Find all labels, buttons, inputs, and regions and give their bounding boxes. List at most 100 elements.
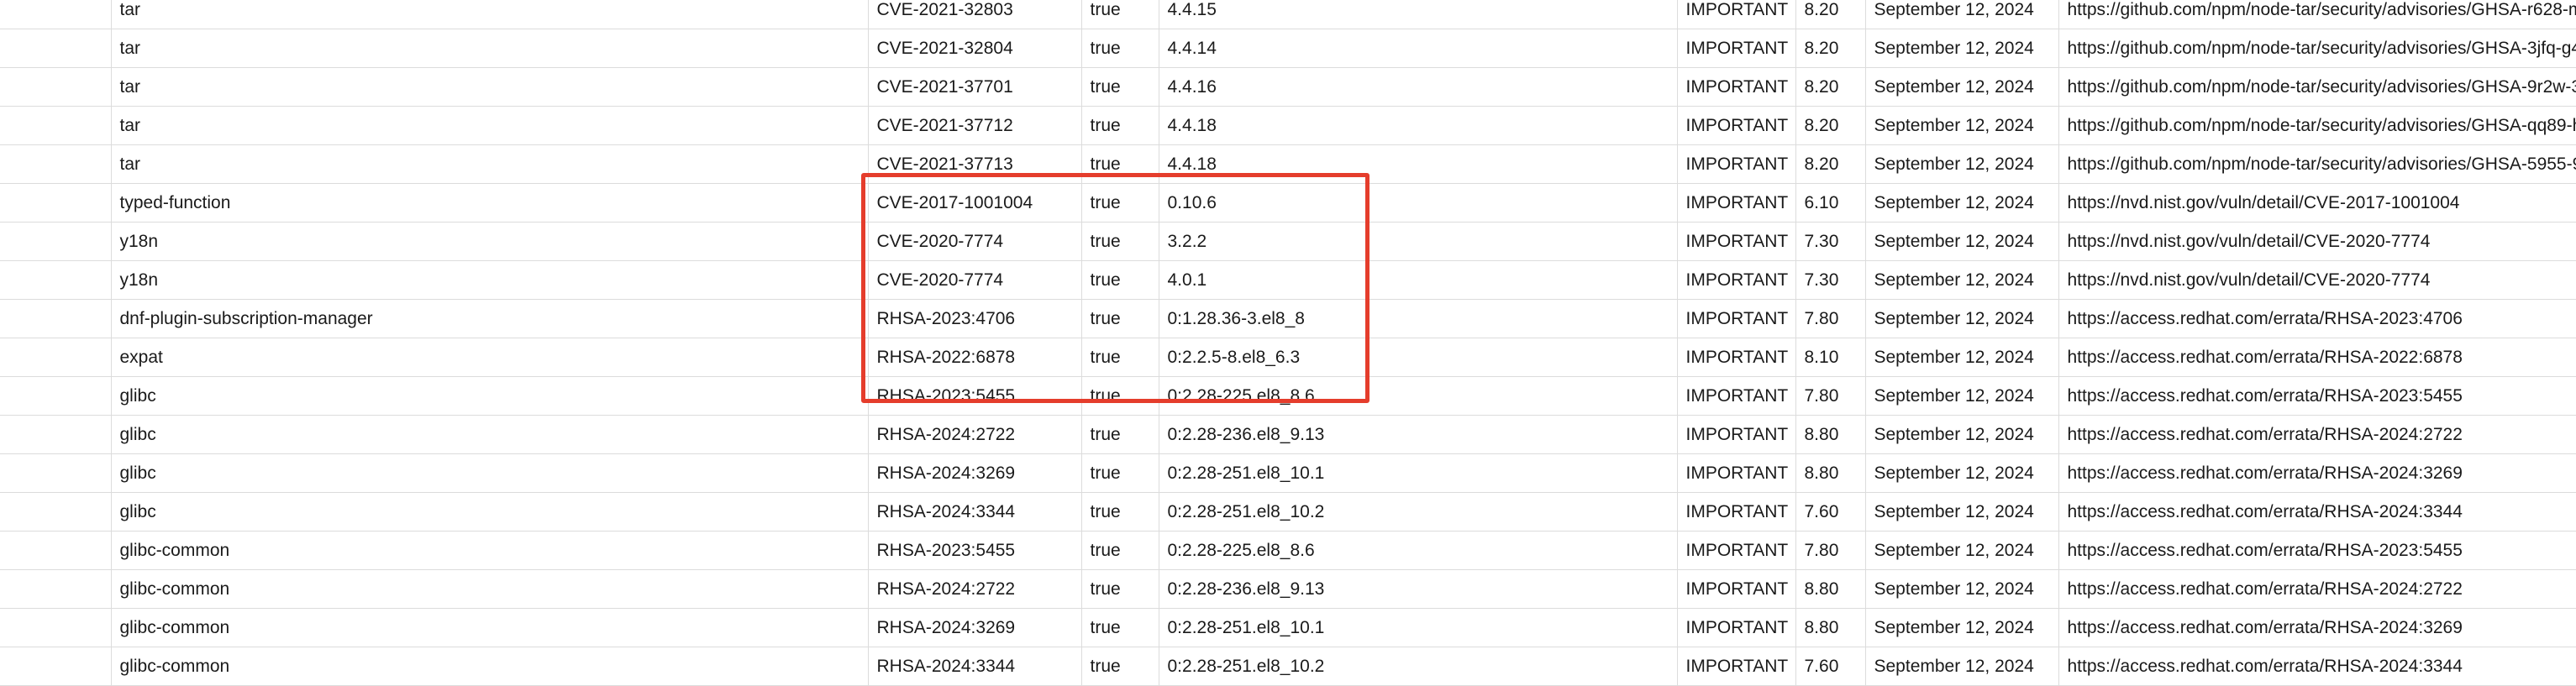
row-header-cell[interactable] <box>0 144 112 184</box>
cve-cell[interactable]: RHSA-2024:3344 <box>868 647 1082 686</box>
row-header-cell[interactable] <box>0 453 112 493</box>
score-cell[interactable]: 8.20 <box>1795 106 1866 145</box>
row-header-cell[interactable] <box>0 376 112 416</box>
fixable-cell[interactable]: true <box>1081 415 1159 454</box>
score-cell[interactable]: 8.20 <box>1795 29 1866 68</box>
score-cell[interactable]: 8.20 <box>1795 67 1866 107</box>
cve-cell[interactable]: RHSA-2024:2722 <box>868 569 1082 609</box>
fixable-cell[interactable]: true <box>1081 222 1159 261</box>
table-row[interactable]: glibc-common RHSA-2023:5455 true 0:2.28-225… <box>0 531 2576 570</box>
link-cell[interactable]: https://access.redhat.com/errata/RHSA-20… <box>2058 453 2576 493</box>
fixable-cell[interactable]: true <box>1081 376 1159 416</box>
score-cell[interactable]: 7.80 <box>1795 376 1866 416</box>
fixable-cell[interactable]: true <box>1081 569 1159 609</box>
fixed-version-cell[interactable]: 0:2.2.5-8.el8_6.3 <box>1159 338 1678 377</box>
date-cell[interactable]: September 12, 2024 <box>1865 453 2059 493</box>
row-header-cell[interactable] <box>0 183 112 223</box>
table-row[interactable]: expat RHSA-2022:6878 true 0:2.2.5-8.el8_6.3… <box>0 338 2576 377</box>
fixable-cell[interactable]: true <box>1081 647 1159 686</box>
package-cell[interactable]: tar <box>111 0 869 29</box>
date-cell[interactable]: September 12, 2024 <box>1865 222 2059 261</box>
severity-cell[interactable]: IMPORTANT <box>1677 647 1796 686</box>
link-cell[interactable]: https://access.redhat.com/errata/RHSA-20… <box>2058 608 2576 647</box>
date-cell[interactable]: September 12, 2024 <box>1865 569 2059 609</box>
cve-cell[interactable]: RHSA-2022:6878 <box>868 338 1082 377</box>
package-cell[interactable]: glibc-common <box>111 647 869 686</box>
link-cell[interactable]: https://access.redhat.com/errata/RHSA-20… <box>2058 338 2576 377</box>
table-row[interactable]: glibc RHSA-2024:2722 true 0:2.28-236.el8_9.… <box>0 415 2576 454</box>
table-row[interactable]: glibc-common RHSA-2024:3344 true 0:2.28-251… <box>0 647 2576 686</box>
severity-cell[interactable]: IMPORTANT <box>1677 415 1796 454</box>
link-cell[interactable]: https://github.com/npm/node-tar/security… <box>2058 144 2576 184</box>
score-cell[interactable]: 8.20 <box>1795 0 1866 29</box>
link-cell[interactable]: https://access.redhat.com/errata/RHSA-20… <box>2058 299 2576 338</box>
cve-cell[interactable]: CVE-2020-7774 <box>868 222 1082 261</box>
row-header-cell[interactable] <box>0 569 112 609</box>
row-header-cell[interactable] <box>0 531 112 570</box>
date-cell[interactable]: September 12, 2024 <box>1865 29 2059 68</box>
severity-cell[interactable]: IMPORTANT <box>1677 29 1796 68</box>
severity-cell[interactable]: IMPORTANT <box>1677 183 1796 223</box>
score-cell[interactable]: 8.20 <box>1795 144 1866 184</box>
package-cell[interactable]: typed-function <box>111 183 869 223</box>
link-cell[interactable]: https://nvd.nist.gov/vuln/detail/CVE-202… <box>2058 260 2576 300</box>
link-cell[interactable]: https://access.redhat.com/errata/RHSA-20… <box>2058 531 2576 570</box>
row-header-cell[interactable] <box>0 0 112 29</box>
link-cell[interactable]: https://nvd.nist.gov/vuln/detail/CVE-202… <box>2058 222 2576 261</box>
date-cell[interactable]: September 12, 2024 <box>1865 183 2059 223</box>
date-cell[interactable]: September 12, 2024 <box>1865 647 2059 686</box>
package-cell[interactable]: glibc <box>111 415 869 454</box>
cve-cell[interactable]: RHSA-2024:3269 <box>868 453 1082 493</box>
fixed-version-cell[interactable]: 3.2.2 <box>1159 222 1678 261</box>
table-row[interactable]: glibc RHSA-2023:5455 true 0:2.28-225.el8_8.… <box>0 376 2576 416</box>
fixed-version-cell[interactable]: 4.4.14 <box>1159 29 1678 68</box>
cve-cell[interactable]: RHSA-2024:3269 <box>868 608 1082 647</box>
cve-cell[interactable]: CVE-2020-7774 <box>868 260 1082 300</box>
cve-cell[interactable]: RHSA-2024:2722 <box>868 415 1082 454</box>
fixed-version-cell[interactable]: 0:2.28-225.el8_8.6 <box>1159 376 1678 416</box>
score-cell[interactable]: 8.80 <box>1795 608 1866 647</box>
package-cell[interactable]: y18n <box>111 222 869 261</box>
cve-cell[interactable]: RHSA-2023:5455 <box>868 531 1082 570</box>
fixed-version-cell[interactable]: 4.4.18 <box>1159 144 1678 184</box>
row-header-cell[interactable] <box>0 338 112 377</box>
date-cell[interactable]: September 12, 2024 <box>1865 376 2059 416</box>
severity-cell[interactable]: IMPORTANT <box>1677 492 1796 532</box>
severity-cell[interactable]: IMPORTANT <box>1677 299 1796 338</box>
severity-cell[interactable]: IMPORTANT <box>1677 531 1796 570</box>
package-cell[interactable]: glibc-common <box>111 569 869 609</box>
row-header-cell[interactable] <box>0 29 112 68</box>
cve-cell[interactable]: CVE-2021-37712 <box>868 106 1082 145</box>
table-row[interactable]: glibc-common RHSA-2024:2722 true 0:2.28-236… <box>0 569 2576 609</box>
fixable-cell[interactable]: true <box>1081 492 1159 532</box>
fixable-cell[interactable]: true <box>1081 453 1159 493</box>
fixed-version-cell[interactable]: 0:2.28-251.el8_10.2 <box>1159 492 1678 532</box>
row-header-cell[interactable] <box>0 608 112 647</box>
severity-cell[interactable]: IMPORTANT <box>1677 106 1796 145</box>
link-cell[interactable]: https://access.redhat.com/errata/RHSA-20… <box>2058 376 2576 416</box>
cve-cell[interactable]: CVE-2021-37713 <box>868 144 1082 184</box>
row-header-cell[interactable] <box>0 67 112 107</box>
date-cell[interactable]: September 12, 2024 <box>1865 0 2059 29</box>
cve-cell[interactable]: RHSA-2023:4706 <box>868 299 1082 338</box>
fixable-cell[interactable]: true <box>1081 67 1159 107</box>
severity-cell[interactable]: IMPORTANT <box>1677 453 1796 493</box>
fixed-version-cell[interactable]: 0:2.28-251.el8_10.1 <box>1159 453 1678 493</box>
link-cell[interactable]: https://nvd.nist.gov/vuln/detail/CVE-201… <box>2058 183 2576 223</box>
score-cell[interactable]: 7.80 <box>1795 531 1866 570</box>
fixable-cell[interactable]: true <box>1081 338 1159 377</box>
package-cell[interactable]: glibc <box>111 492 869 532</box>
fixed-version-cell[interactable]: 0:2.28-251.el8_10.1 <box>1159 608 1678 647</box>
date-cell[interactable]: September 12, 2024 <box>1865 415 2059 454</box>
row-header-cell[interactable] <box>0 106 112 145</box>
package-cell[interactable]: tar <box>111 106 869 145</box>
date-cell[interactable]: September 12, 2024 <box>1865 338 2059 377</box>
score-cell[interactable]: 7.60 <box>1795 647 1866 686</box>
table-row[interactable]: tar CVE-2021-32804 true 4.4.14 IMPORTANT 8.20… <box>0 29 2576 68</box>
date-cell[interactable]: September 12, 2024 <box>1865 106 2059 145</box>
table-row[interactable]: tar CVE-2021-37712 true 4.4.18 IMPORTANT 8.20… <box>0 106 2576 145</box>
severity-cell[interactable]: IMPORTANT <box>1677 0 1796 29</box>
table-row[interactable]: tar CVE-2021-37713 true 4.4.18 IMPORTANT 8.20… <box>0 144 2576 184</box>
cve-cell[interactable]: CVE-2021-32803 <box>868 0 1082 29</box>
cve-cell[interactable]: RHSA-2023:5455 <box>868 376 1082 416</box>
